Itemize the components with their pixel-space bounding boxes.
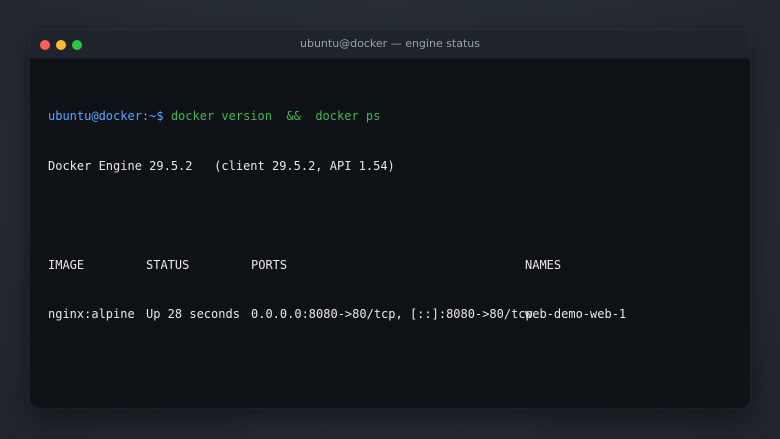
table-row: nginx:alpine Up 28 seconds 0.0.0.0:8080-… (48, 306, 740, 323)
cell-image: nginx:alpine (48, 307, 135, 321)
version-output: Docker Engine 29.5.2 (client 29.5.2, API… (48, 158, 395, 173)
title-bar: ubuntu@docker — engine status (30, 30, 750, 59)
cell-names: web-demo-web-1 (525, 307, 627, 321)
window-title: ubuntu@docker — engine status (299, 37, 481, 50)
cell-ports: 0.0.0.0:8080->80/tcp, [::]:8080->80/tcp (251, 307, 533, 321)
cell-status: Up 28 seconds (146, 307, 240, 321)
header-status: STATUS (146, 257, 190, 272)
terminal-output[interactable]: ubuntu@docker:~$ docker version && docke… (48, 75, 740, 356)
header-names: NAMES (525, 257, 562, 272)
terminal-window: ubuntu@docker — engine status ubuntu@doc… (30, 30, 750, 408)
command-line: ubuntu@docker:~$ docker version && docke… (48, 108, 740, 125)
shell-prompt: ubuntu@docker:~$ (48, 109, 171, 123)
header-image: IMAGE (48, 257, 85, 272)
command-text: docker version && docker ps (170, 109, 381, 123)
header-ports: PORTS (251, 257, 288, 272)
table-header: IMAGE STATUS PORTS NAMES (48, 257, 740, 274)
